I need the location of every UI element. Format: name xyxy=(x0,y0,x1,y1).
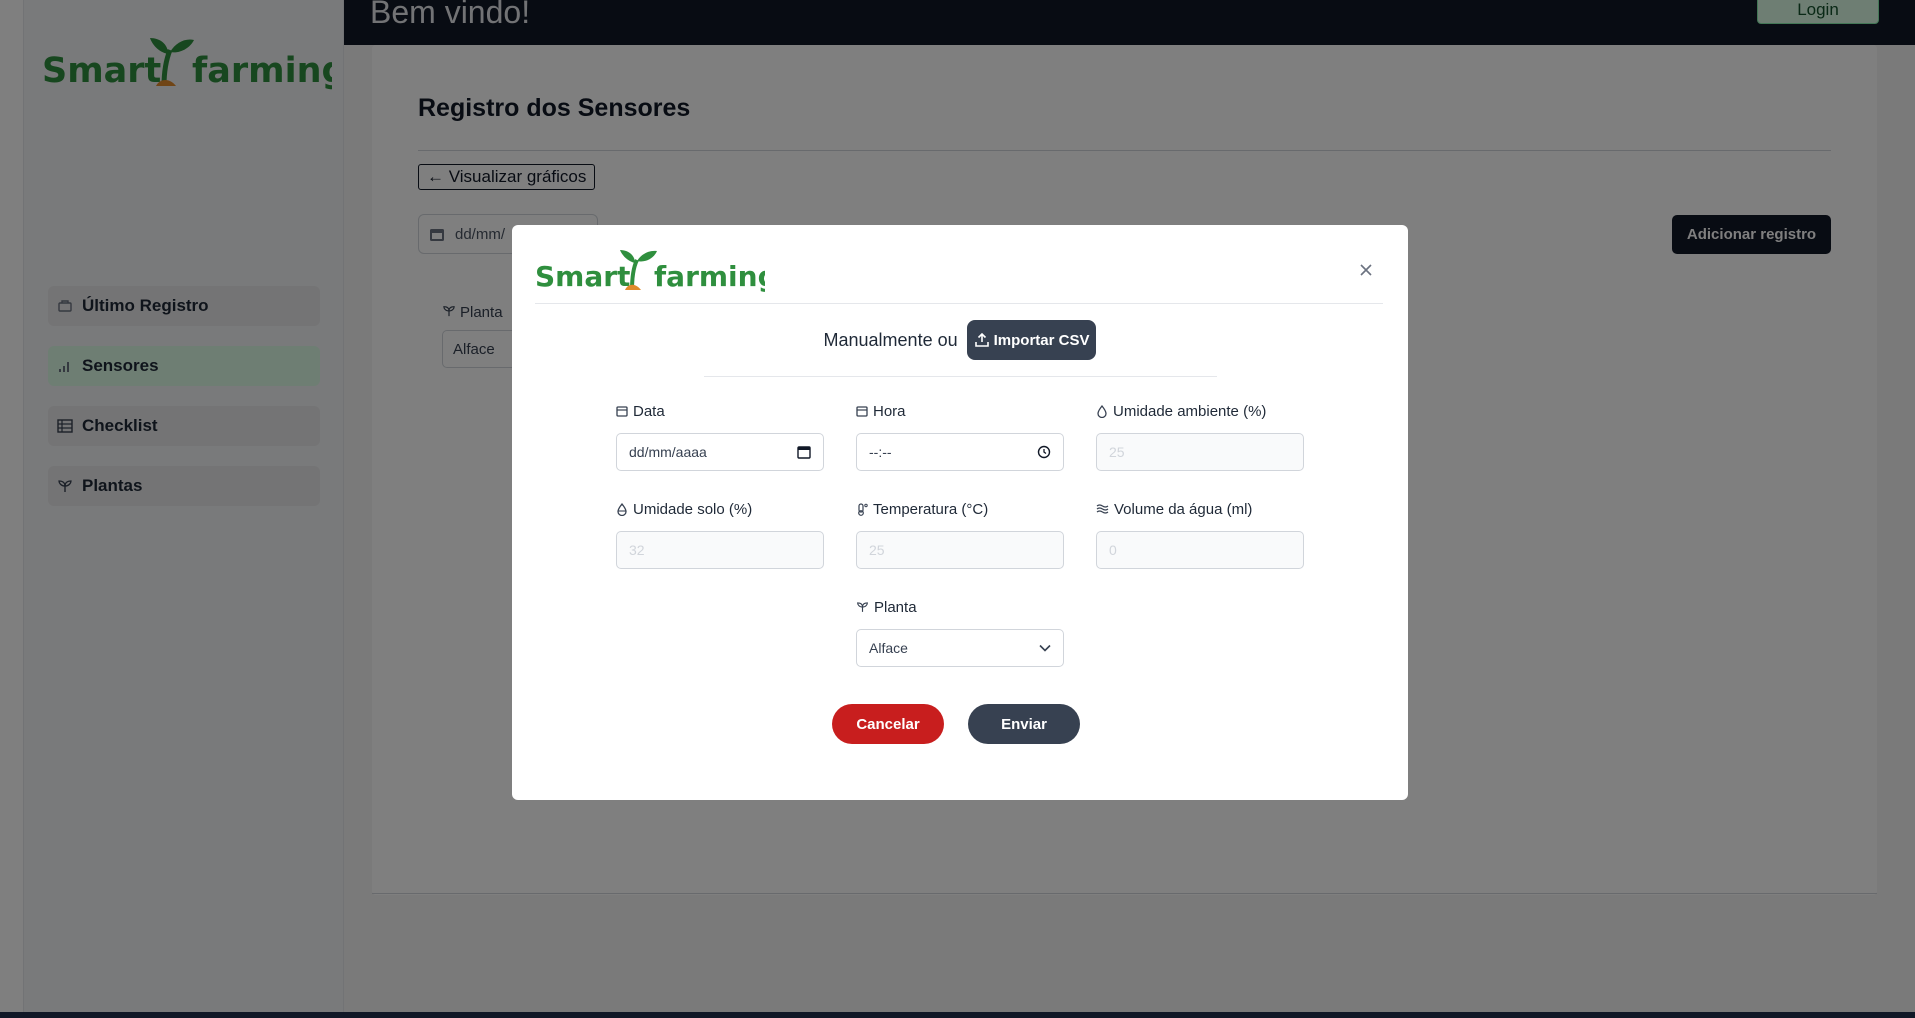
waves-icon xyxy=(1096,503,1109,515)
date-input[interactable]: dd/mm/aaaa xyxy=(616,433,824,471)
field-label: Umidade solo (%) xyxy=(616,499,824,519)
field-label-text: Volume da água (ml) xyxy=(1114,500,1253,518)
send-button[interactable]: Enviar xyxy=(968,704,1080,744)
time-input[interactable]: --:-- xyxy=(856,433,1064,471)
manual-mode-text: Manualmente ou xyxy=(823,329,958,350)
field-label-text: Umidade solo (%) xyxy=(633,500,753,518)
field-label-text: Temperatura (°C) xyxy=(873,500,989,518)
field-umidade-solo: Umidade solo (%) 32 xyxy=(616,499,824,569)
calendar-picker-icon[interactable] xyxy=(797,445,811,459)
plant-select-value: Alface xyxy=(869,640,908,656)
field-data: Data dd/mm/aaaa xyxy=(616,401,824,471)
calendar-icon xyxy=(616,405,628,417)
water-volume-placeholder: 0 xyxy=(1109,542,1117,558)
svg-text:Smart: Smart xyxy=(535,260,630,293)
field-label-text: Planta xyxy=(874,598,917,616)
add-record-modal: Smart farming Manualmente ou Importar CS… xyxy=(512,225,1408,800)
temperature-placeholder: 25 xyxy=(869,542,885,558)
soil-droplet-icon xyxy=(616,502,628,516)
field-label: Data xyxy=(616,401,824,421)
divider xyxy=(704,376,1217,377)
humidity-air-placeholder: 25 xyxy=(1109,444,1125,460)
smart-farming-logo-icon: Smart farming xyxy=(535,250,778,293)
time-input-value: --:-- xyxy=(869,444,892,460)
sprout-icon xyxy=(856,601,869,613)
bottom-strip xyxy=(0,1012,1915,1018)
humidity-soil-placeholder: 32 xyxy=(629,542,645,558)
divider xyxy=(535,303,1383,304)
field-hora: Hora --:-- xyxy=(856,401,1064,471)
temperature-input[interactable]: 25 xyxy=(856,531,1064,569)
field-label: Hora xyxy=(856,401,1064,421)
clock-icon[interactable] xyxy=(1037,445,1051,459)
calendar-icon xyxy=(856,405,868,417)
field-label: Planta xyxy=(856,597,1064,617)
field-label-text: Umidade ambiente (%) xyxy=(1113,402,1267,420)
date-input-value: dd/mm/aaaa xyxy=(629,444,707,460)
field-label-text: Hora xyxy=(873,402,906,420)
droplet-icon xyxy=(1096,404,1108,418)
close-icon[interactable] xyxy=(1355,259,1377,281)
chevron-down-icon xyxy=(1039,644,1051,652)
upload-icon xyxy=(974,333,989,347)
field-umidade-ambiente: Umidade ambiente (%) 25 xyxy=(1096,401,1304,471)
thermometer-icon xyxy=(856,502,868,516)
field-planta: Planta Alface xyxy=(856,597,1064,667)
humidity-soil-input[interactable]: 32 xyxy=(616,531,824,569)
entry-mode-row: Manualmente ou Importar CSV xyxy=(512,320,1408,360)
modal-logo: Smart farming xyxy=(535,248,778,299)
cancel-button[interactable]: Cancelar xyxy=(832,704,944,744)
humidity-air-input[interactable]: 25 xyxy=(1096,433,1304,471)
field-label: Umidade ambiente (%) xyxy=(1096,401,1304,421)
water-volume-input[interactable]: 0 xyxy=(1096,531,1304,569)
field-temperatura: Temperatura (°C) 25 xyxy=(856,499,1064,569)
plant-select[interactable]: Alface xyxy=(856,629,1064,667)
import-csv-button[interactable]: Importar CSV xyxy=(966,320,1097,360)
field-label-text: Data xyxy=(633,402,665,420)
field-volume-agua: Volume da água (ml) 0 xyxy=(1096,499,1304,569)
field-label: Temperatura (°C) xyxy=(856,499,1064,519)
field-label: Volume da água (ml) xyxy=(1096,499,1304,519)
svg-text:farming: farming xyxy=(654,260,765,293)
import-csv-label: Importar CSV xyxy=(993,331,1090,349)
